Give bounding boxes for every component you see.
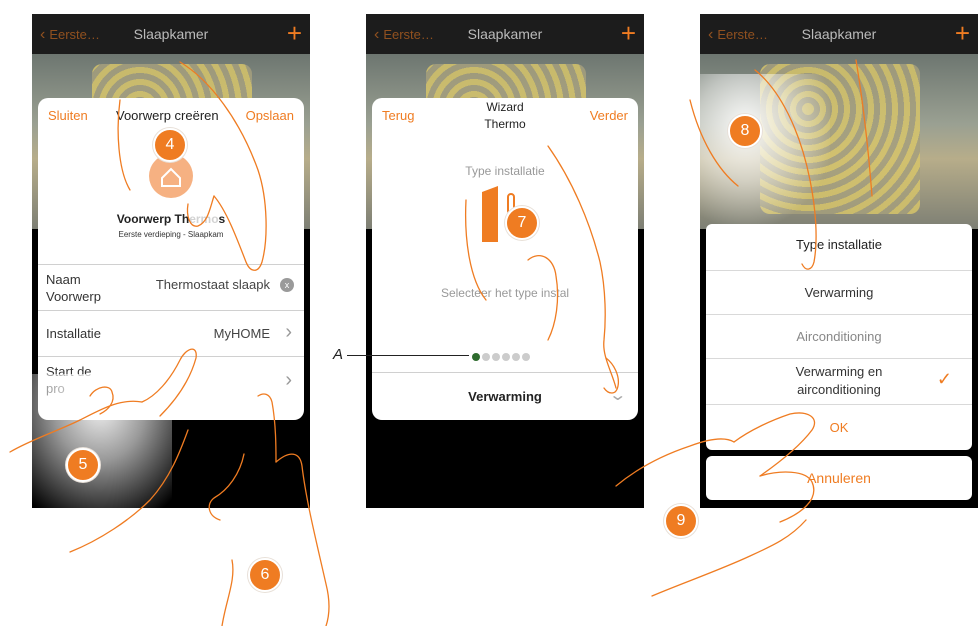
chevron-down-icon: ⌄ bbox=[607, 387, 627, 404]
object-subtitle: Eerste verdieping - Slaapkam bbox=[118, 230, 224, 239]
cancel-button[interactable]: Annuleren bbox=[706, 456, 972, 500]
page-dot bbox=[492, 353, 500, 361]
top-bar: ‹ Eerste… Slaapkamer + bbox=[366, 14, 644, 54]
installation-row[interactable]: Installatie MyHOME › bbox=[38, 310, 304, 357]
wizard-card: Terug Wizard Thermo Verder Type installa… bbox=[372, 98, 638, 420]
page-dot bbox=[502, 353, 510, 361]
step-6-badge: 6 bbox=[248, 558, 282, 592]
step-9-badge: 9 bbox=[664, 504, 698, 538]
selected-type: Verwarming bbox=[468, 389, 542, 404]
step-7-badge: 7 bbox=[505, 206, 539, 240]
page-title: Slaapkamer bbox=[467, 26, 543, 42]
add-button[interactable]: + bbox=[287, 18, 302, 48]
callout-a-line bbox=[347, 355, 469, 356]
installation-label: Installatie bbox=[46, 326, 101, 341]
ok-button[interactable]: OK bbox=[706, 404, 972, 451]
screen-wizard: ‹ Eerste… Slaapkamer + Terug Wizard Therm… bbox=[366, 14, 644, 508]
chevron-right-icon: › bbox=[285, 369, 292, 391]
sheet-title: Type installatie bbox=[796, 237, 882, 252]
type-label: Type installatie bbox=[465, 164, 545, 178]
page-dot bbox=[512, 353, 520, 361]
name-label: Naam Voorwerp bbox=[46, 272, 101, 304]
installation-value: MyHOME bbox=[213, 326, 270, 341]
top-bar: ‹ Eerste… Slaapkamer + bbox=[32, 14, 310, 54]
page-title: Slaapkamer bbox=[801, 26, 877, 42]
name-row[interactable]: Naam Voorwerp Thermostaat slaapk x bbox=[38, 264, 304, 311]
name-field[interactable]: Thermostaat slaapk bbox=[156, 277, 270, 292]
option-airco[interactable]: Airconditioning bbox=[706, 314, 972, 359]
type-sheet: Type installatie Verwarming Aircondition… bbox=[706, 224, 972, 450]
add-button[interactable]: + bbox=[621, 18, 636, 48]
add-button[interactable]: + bbox=[955, 18, 970, 48]
page-indicator bbox=[472, 348, 530, 361]
wizard-title: Wizard Thermo bbox=[484, 100, 526, 131]
back-button-wizard[interactable]: Terug bbox=[382, 108, 415, 123]
callout-a-label: A bbox=[333, 346, 344, 363]
step-8-badge: 8 bbox=[728, 114, 762, 148]
screen-create-object: ‹ Eerste… Slaapkamer + Sluiten Voorwerp c… bbox=[32, 14, 310, 508]
page-dot-active bbox=[472, 353, 480, 361]
option-heating[interactable]: Verwarming bbox=[706, 270, 972, 315]
card-title: Voorwerp creëren bbox=[116, 108, 219, 123]
object-title: Voorwerp Thermos bbox=[116, 212, 226, 226]
step-5-badge: 5 bbox=[66, 448, 100, 482]
next-button[interactable]: Verder bbox=[590, 108, 628, 123]
screen-type-picker: ‹ Eerste… Slaapkamer + Type installatie V… bbox=[700, 14, 978, 508]
clear-icon[interactable]: x bbox=[280, 278, 294, 292]
selected-type-row[interactable]: Verwarming ⌄ bbox=[372, 372, 638, 420]
check-icon: ✓ bbox=[936, 369, 952, 389]
select-label: Selecteer het type instal bbox=[440, 286, 570, 300]
glare bbox=[700, 74, 830, 224]
close-button[interactable]: Sluiten bbox=[48, 108, 88, 123]
page-dot bbox=[522, 353, 530, 361]
page-title: Slaapkamer bbox=[133, 26, 209, 42]
option-heating-airco[interactable]: Verwarming en airconditioning ✓ bbox=[706, 358, 972, 405]
chevron-right-icon: › bbox=[285, 321, 292, 343]
top-bar: ‹ Eerste… Slaapkamer + bbox=[700, 14, 978, 54]
step-4-badge: 4 bbox=[153, 128, 187, 162]
page-dot bbox=[482, 353, 490, 361]
glare bbox=[32, 374, 172, 508]
save-button[interactable]: Opslaan bbox=[246, 108, 294, 123]
